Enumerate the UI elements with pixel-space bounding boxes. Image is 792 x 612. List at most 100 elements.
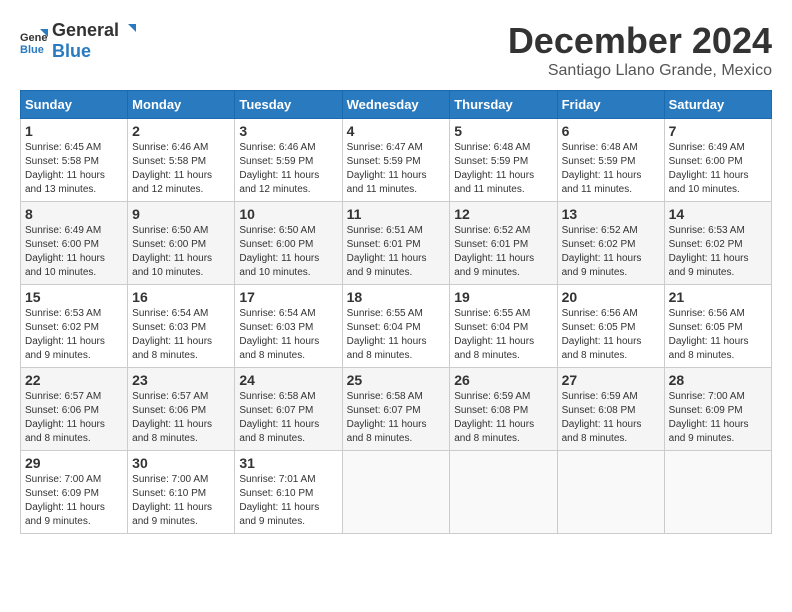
day-info: Sunrise: 7:00 AMSunset: 6:10 PMDaylight:… <box>132 474 212 527</box>
calendar-day-cell: 2 Sunrise: 6:46 AMSunset: 5:58 PMDayligh… <box>128 119 235 202</box>
day-info: Sunrise: 6:56 AMSunset: 6:05 PMDaylight:… <box>669 308 749 361</box>
day-number: 18 <box>347 289 446 305</box>
calendar-week-row: 1 Sunrise: 6:45 AMSunset: 5:58 PMDayligh… <box>21 119 772 202</box>
day-number: 2 <box>132 123 230 139</box>
day-number: 15 <box>25 289 123 305</box>
day-number: 27 <box>562 372 660 388</box>
day-info: Sunrise: 6:54 AMSunset: 6:03 PMDaylight:… <box>132 308 212 361</box>
calendar-day-cell: 27 Sunrise: 6:59 AMSunset: 6:08 PMDaylig… <box>557 368 664 451</box>
calendar-day-header: Monday <box>128 91 235 119</box>
calendar-day-cell: 17 Sunrise: 6:54 AMSunset: 6:03 PMDaylig… <box>235 285 342 368</box>
logo-triangle-icon <box>120 24 136 40</box>
day-number: 17 <box>239 289 337 305</box>
calendar-week-row: 29 Sunrise: 7:00 AMSunset: 6:09 PMDaylig… <box>21 451 772 534</box>
day-number: 19 <box>454 289 552 305</box>
calendar-day-cell: 10 Sunrise: 6:50 AMSunset: 6:00 PMDaylig… <box>235 202 342 285</box>
day-number: 10 <box>239 206 337 222</box>
day-number: 30 <box>132 455 230 471</box>
day-number: 12 <box>454 206 552 222</box>
calendar-day-header: Thursday <box>450 91 557 119</box>
calendar-day-cell: 15 Sunrise: 6:53 AMSunset: 6:02 PMDaylig… <box>21 285 128 368</box>
day-number: 20 <box>562 289 660 305</box>
day-info: Sunrise: 6:48 AMSunset: 5:59 PMDaylight:… <box>454 142 534 195</box>
day-info: Sunrise: 6:50 AMSunset: 6:00 PMDaylight:… <box>132 225 212 278</box>
calendar-day-cell: 29 Sunrise: 7:00 AMSunset: 6:09 PMDaylig… <box>21 451 128 534</box>
calendar-week-row: 22 Sunrise: 6:57 AMSunset: 6:06 PMDaylig… <box>21 368 772 451</box>
calendar-day-cell: 14 Sunrise: 6:53 AMSunset: 6:02 PMDaylig… <box>664 202 771 285</box>
day-number: 21 <box>669 289 767 305</box>
day-info: Sunrise: 7:00 AMSunset: 6:09 PMDaylight:… <box>25 474 105 527</box>
day-number: 7 <box>669 123 767 139</box>
day-info: Sunrise: 6:49 AMSunset: 6:00 PMDaylight:… <box>669 142 749 195</box>
calendar-day-cell <box>450 451 557 534</box>
day-info: Sunrise: 6:45 AMSunset: 5:58 PMDaylight:… <box>25 142 105 195</box>
day-number: 9 <box>132 206 230 222</box>
day-info: Sunrise: 6:57 AMSunset: 6:06 PMDaylight:… <box>25 391 105 444</box>
calendar-day-header: Tuesday <box>235 91 342 119</box>
day-number: 8 <box>25 206 123 222</box>
calendar-day-cell: 26 Sunrise: 6:59 AMSunset: 6:08 PMDaylig… <box>450 368 557 451</box>
day-number: 22 <box>25 372 123 388</box>
calendar-day-cell: 25 Sunrise: 6:58 AMSunset: 6:07 PMDaylig… <box>342 368 450 451</box>
calendar-week-row: 15 Sunrise: 6:53 AMSunset: 6:02 PMDaylig… <box>21 285 772 368</box>
location-subtitle: Santiago Llano Grande, Mexico <box>508 62 772 80</box>
logo: General Blue General Blue <box>20 20 137 62</box>
calendar-day-cell: 20 Sunrise: 6:56 AMSunset: 6:05 PMDaylig… <box>557 285 664 368</box>
calendar-day-header: Friday <box>557 91 664 119</box>
calendar-day-header: Wednesday <box>342 91 450 119</box>
day-number: 1 <box>25 123 123 139</box>
month-title: December 2024 <box>508 20 772 62</box>
day-number: 14 <box>669 206 767 222</box>
day-info: Sunrise: 6:55 AMSunset: 6:04 PMDaylight:… <box>454 308 534 361</box>
calendar-header-row: SundayMondayTuesdayWednesdayThursdayFrid… <box>21 91 772 119</box>
calendar-day-cell: 28 Sunrise: 7:00 AMSunset: 6:09 PMDaylig… <box>664 368 771 451</box>
calendar-day-cell <box>664 451 771 534</box>
calendar-day-cell: 21 Sunrise: 6:56 AMSunset: 6:05 PMDaylig… <box>664 285 771 368</box>
day-info: Sunrise: 6:58 AMSunset: 6:07 PMDaylight:… <box>347 391 427 444</box>
calendar-day-cell: 7 Sunrise: 6:49 AMSunset: 6:00 PMDayligh… <box>664 119 771 202</box>
day-info: Sunrise: 6:55 AMSunset: 6:04 PMDaylight:… <box>347 308 427 361</box>
day-info: Sunrise: 6:59 AMSunset: 6:08 PMDaylight:… <box>562 391 642 444</box>
day-number: 28 <box>669 372 767 388</box>
day-number: 26 <box>454 372 552 388</box>
logo-icon: General Blue <box>20 27 48 55</box>
day-number: 24 <box>239 372 337 388</box>
calendar-day-cell: 24 Sunrise: 6:58 AMSunset: 6:07 PMDaylig… <box>235 368 342 451</box>
svg-text:Blue: Blue <box>20 44 44 55</box>
day-info: Sunrise: 6:51 AMSunset: 6:01 PMDaylight:… <box>347 225 427 278</box>
day-number: 4 <box>347 123 446 139</box>
day-number: 31 <box>239 455 337 471</box>
calendar-day-cell: 31 Sunrise: 7:01 AMSunset: 6:10 PMDaylig… <box>235 451 342 534</box>
day-info: Sunrise: 6:50 AMSunset: 6:00 PMDaylight:… <box>239 225 319 278</box>
calendar-day-cell: 4 Sunrise: 6:47 AMSunset: 5:59 PMDayligh… <box>342 119 450 202</box>
calendar-table: SundayMondayTuesdayWednesdayThursdayFrid… <box>20 90 772 534</box>
day-info: Sunrise: 6:54 AMSunset: 6:03 PMDaylight:… <box>239 308 319 361</box>
day-number: 25 <box>347 372 446 388</box>
logo-text: General Blue <box>52 20 137 62</box>
day-info: Sunrise: 6:52 AMSunset: 6:02 PMDaylight:… <box>562 225 642 278</box>
calendar-day-cell: 18 Sunrise: 6:55 AMSunset: 6:04 PMDaylig… <box>342 285 450 368</box>
day-number: 3 <box>239 123 337 139</box>
calendar-day-cell: 3 Sunrise: 6:46 AMSunset: 5:59 PMDayligh… <box>235 119 342 202</box>
calendar-day-cell: 22 Sunrise: 6:57 AMSunset: 6:06 PMDaylig… <box>21 368 128 451</box>
calendar-day-cell: 23 Sunrise: 6:57 AMSunset: 6:06 PMDaylig… <box>128 368 235 451</box>
calendar-body: 1 Sunrise: 6:45 AMSunset: 5:58 PMDayligh… <box>21 119 772 534</box>
day-info: Sunrise: 6:57 AMSunset: 6:06 PMDaylight:… <box>132 391 212 444</box>
day-info: Sunrise: 6:52 AMSunset: 6:01 PMDaylight:… <box>454 225 534 278</box>
svg-text:General: General <box>20 32 48 44</box>
calendar-day-cell: 19 Sunrise: 6:55 AMSunset: 6:04 PMDaylig… <box>450 285 557 368</box>
day-info: Sunrise: 6:48 AMSunset: 5:59 PMDaylight:… <box>562 142 642 195</box>
calendar-day-cell: 16 Sunrise: 6:54 AMSunset: 6:03 PMDaylig… <box>128 285 235 368</box>
day-info: Sunrise: 7:01 AMSunset: 6:10 PMDaylight:… <box>239 474 319 527</box>
day-info: Sunrise: 6:49 AMSunset: 6:00 PMDaylight:… <box>25 225 105 278</box>
calendar-week-row: 8 Sunrise: 6:49 AMSunset: 6:00 PMDayligh… <box>21 202 772 285</box>
calendar-day-cell: 9 Sunrise: 6:50 AMSunset: 6:00 PMDayligh… <box>128 202 235 285</box>
calendar-day-header: Saturday <box>664 91 771 119</box>
day-number: 29 <box>25 455 123 471</box>
header: General Blue General Blue December 2024 … <box>20 20 772 80</box>
title-area: December 2024 Santiago Llano Grande, Mex… <box>508 20 772 80</box>
calendar-day-cell <box>557 451 664 534</box>
calendar-day-cell: 30 Sunrise: 7:00 AMSunset: 6:10 PMDaylig… <box>128 451 235 534</box>
calendar-day-cell: 6 Sunrise: 6:48 AMSunset: 5:59 PMDayligh… <box>557 119 664 202</box>
day-number: 6 <box>562 123 660 139</box>
